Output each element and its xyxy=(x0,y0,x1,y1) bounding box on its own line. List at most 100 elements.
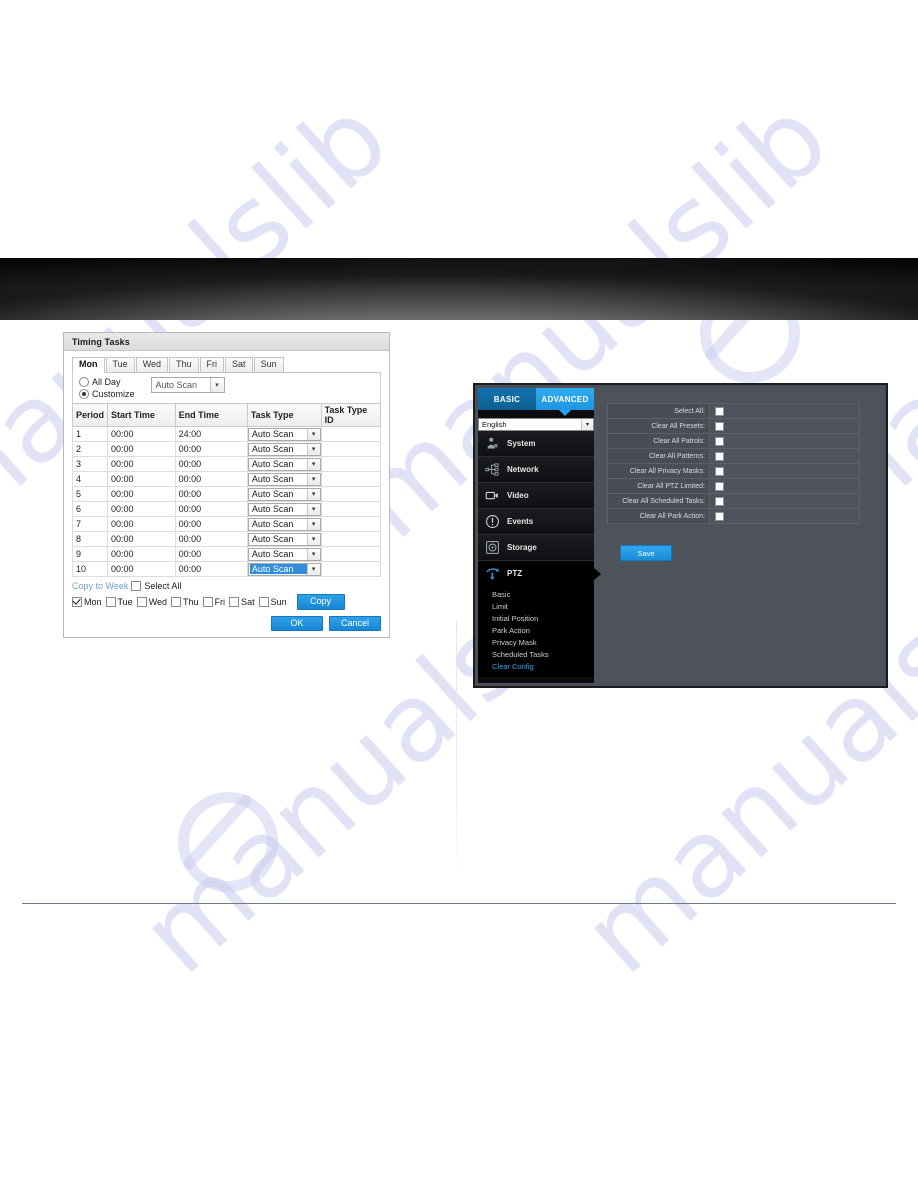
copy-day-mon[interactable]: Mon xyxy=(72,597,102,607)
cell-end-time[interactable]: 00:00 xyxy=(174,546,248,562)
submenu-item-initial-position[interactable]: Initial Position xyxy=(478,612,594,624)
cell-task-type-id[interactable] xyxy=(320,471,382,487)
task-type-select[interactable]: Auto Scan ▾ xyxy=(247,562,321,576)
submenu-item-basic[interactable]: Basic xyxy=(478,588,594,600)
customize-radio-row[interactable]: Customize xyxy=(79,389,135,399)
tab-fri[interactable]: Fri xyxy=(199,357,225,372)
task-type-select[interactable]: Auto Scan ▾ xyxy=(247,427,321,441)
all-day-radio[interactable] xyxy=(79,377,89,387)
tab-tue[interactable]: Tue xyxy=(105,357,135,372)
copy-day-fri[interactable]: Fri xyxy=(202,597,225,607)
save-button[interactable]: Save xyxy=(620,545,672,561)
cell-period: 7 xyxy=(71,516,109,532)
tab-wed[interactable]: Wed xyxy=(135,357,169,372)
copy-day-wed-checkbox[interactable] xyxy=(136,597,147,607)
clear-all-patrols-checkbox[interactable] xyxy=(715,436,724,446)
copy-day-fri-checkbox[interactable] xyxy=(202,597,213,607)
cell-start-time[interactable]: 00:00 xyxy=(107,561,176,577)
copy-day-sat-checkbox[interactable] xyxy=(229,597,240,607)
clear-all-park-action-checkbox[interactable] xyxy=(715,511,724,521)
copy-day-sat[interactable]: Sat xyxy=(229,597,255,607)
clear-all-scheduled-tasks-checkbox[interactable] xyxy=(715,496,724,506)
copy-day-thu-checkbox[interactable] xyxy=(171,597,182,607)
copy-day-thu[interactable]: Thu xyxy=(171,597,199,607)
copy-day-sun[interactable]: Sun xyxy=(258,597,287,607)
copy-day-tue-checkbox[interactable] xyxy=(105,597,116,607)
task-type-select[interactable]: Auto Scan ▾ xyxy=(247,502,321,516)
sidebar-item-storage[interactable]: Storage xyxy=(478,535,594,561)
sidebar-item-events[interactable]: Events xyxy=(478,509,594,535)
period-table-body: 1 00:00 24:00 Auto Scan ▾ 2 00:00 00:00 xyxy=(71,426,382,577)
tab-thu[interactable]: Thu xyxy=(169,357,199,372)
all-day-radio-row[interactable]: All Day xyxy=(79,377,135,387)
cell-task-type-id[interactable] xyxy=(320,501,382,517)
cell-end-time[interactable]: 00:00 xyxy=(174,441,248,457)
cell-end-time[interactable]: 00:00 xyxy=(174,531,248,547)
tab-mon[interactable]: Mon xyxy=(72,357,105,373)
cell-start-time[interactable]: 00:00 xyxy=(107,531,176,547)
task-type-select[interactable]: Auto Scan ▾ xyxy=(247,532,321,546)
copy-day-tue[interactable]: Tue xyxy=(105,597,133,607)
cell-end-time[interactable]: 00:00 xyxy=(174,516,248,532)
cancel-button[interactable]: Cancel xyxy=(329,616,381,631)
copy-day-wed[interactable]: Wed xyxy=(136,597,167,607)
task-type-select[interactable]: Auto Scan ▾ xyxy=(247,472,321,486)
cell-task-type-id[interactable] xyxy=(320,561,382,577)
clear-all-ptz-limited-checkbox[interactable] xyxy=(715,481,724,491)
sidebar-item-ptz[interactable]: PTZ xyxy=(478,561,601,586)
clear-all-presets-checkbox[interactable] xyxy=(715,421,724,431)
cell-start-time[interactable]: 00:00 xyxy=(107,516,176,532)
cell-start-time[interactable]: 00:00 xyxy=(107,441,176,457)
clear-all-patterns-checkbox[interactable] xyxy=(715,451,724,461)
tab-basic[interactable]: BASIC xyxy=(478,388,536,410)
all-day-task-select[interactable]: Auto Scan ▾ xyxy=(150,377,225,393)
submenu-item-clear-config[interactable]: Clear Config xyxy=(478,660,594,672)
cell-start-time[interactable]: 00:00 xyxy=(107,501,176,517)
cell-start-time[interactable]: 00:00 xyxy=(107,471,176,487)
task-type-select[interactable]: Auto Scan ▾ xyxy=(247,547,321,561)
tab-advanced[interactable]: ADVANCED xyxy=(536,388,594,416)
cell-start-time[interactable]: 00:00 xyxy=(107,456,176,472)
submenu-item-privacy-mask[interactable]: Privacy Mask xyxy=(478,636,594,648)
select-all-checkbox[interactable] xyxy=(131,581,142,591)
clear-all-privacy-masks-checkbox[interactable] xyxy=(715,466,724,476)
submenu-item-scheduled-tasks[interactable]: Scheduled Tasks xyxy=(478,648,594,660)
chevron-down-icon: ▾ xyxy=(306,548,320,560)
select-all-checkbox[interactable] xyxy=(715,406,724,416)
copy-to-week-label[interactable]: Copy to Week xyxy=(72,581,128,591)
cell-start-time[interactable]: 00:00 xyxy=(107,546,176,562)
sidebar-item-video[interactable]: Video xyxy=(478,483,594,509)
task-type-select[interactable]: Auto Scan ▾ xyxy=(247,457,321,471)
task-type-select[interactable]: Auto Scan ▾ xyxy=(247,442,321,456)
cell-task-type-id[interactable] xyxy=(320,426,382,442)
cell-start-time[interactable]: 00:00 xyxy=(107,426,176,442)
task-type-select[interactable]: Auto Scan ▾ xyxy=(247,517,321,531)
cell-end-time[interactable]: 00:00 xyxy=(174,501,248,517)
task-type-select[interactable]: Auto Scan ▾ xyxy=(247,487,321,501)
copy-day-sun-checkbox[interactable] xyxy=(258,597,269,607)
sidebar-item-system[interactable]: System xyxy=(478,431,594,457)
cell-end-time[interactable]: 00:00 xyxy=(174,471,248,487)
cell-task-type-id[interactable] xyxy=(320,516,382,532)
sidebar-item-network[interactable]: Network xyxy=(478,457,594,483)
tab-sat[interactable]: Sat xyxy=(225,357,253,372)
cell-task-type-id[interactable] xyxy=(320,456,382,472)
customize-radio[interactable] xyxy=(79,389,89,399)
cell-end-time[interactable]: 00:00 xyxy=(174,486,248,502)
copy-button[interactable]: Copy xyxy=(296,594,345,610)
cell-task-type-id[interactable] xyxy=(320,486,382,502)
cell-task-type-id[interactable] xyxy=(320,531,382,547)
copy-day-mon-checkbox[interactable] xyxy=(72,597,82,607)
cell-end-time[interactable]: 24:00 xyxy=(174,426,248,442)
cell-task-type-id[interactable] xyxy=(320,441,382,457)
cell-end-time[interactable]: 00:00 xyxy=(174,456,248,472)
cell-task-type-id[interactable] xyxy=(320,546,382,562)
tab-sun[interactable]: Sun xyxy=(253,357,284,372)
submenu-item-limit[interactable]: Limit xyxy=(478,600,594,612)
ok-button[interactable]: OK xyxy=(271,616,323,631)
cell-start-time[interactable]: 00:00 xyxy=(107,486,176,502)
page-header-banner xyxy=(0,258,918,320)
language-select[interactable]: English ▾ xyxy=(478,418,594,431)
cell-end-time[interactable]: 00:00 xyxy=(174,561,248,577)
submenu-item-park-action[interactable]: Park Action xyxy=(478,624,594,636)
